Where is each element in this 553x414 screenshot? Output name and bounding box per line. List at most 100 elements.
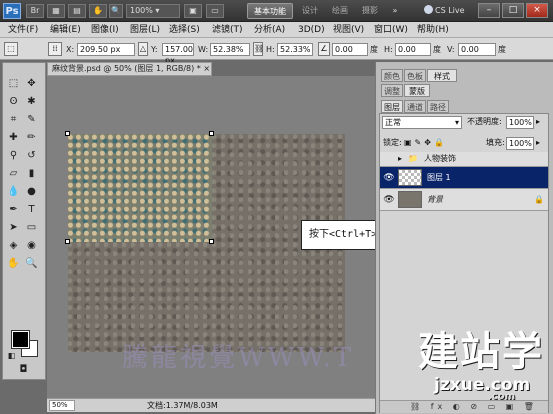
close-button[interactable]: × (526, 3, 548, 18)
layer-row-layer-1[interactable]: 👁 图层 1 (380, 167, 548, 189)
lasso-tool-icon[interactable]: ʘ (7, 95, 20, 108)
link-aspect-icon[interactable]: ⛓ (253, 42, 264, 56)
workspace-photography[interactable]: 摄影 (357, 3, 383, 19)
hand-icon[interactable]: ✋ (7, 257, 20, 270)
blur-tool-icon[interactable]: 💧 (7, 185, 20, 198)
zoom-tool-icon[interactable]: 🔍 (109, 4, 123, 18)
menu-3d[interactable]: 3D(D) (298, 22, 325, 38)
3d-camera-icon[interactable]: ◉ (25, 239, 38, 252)
tab-masks[interactable]: 蒙版 (404, 84, 430, 97)
status-zoom-field[interactable]: 50% (49, 400, 75, 411)
visibility-toggle[interactable] (382, 152, 396, 166)
menu-file[interactable]: 文件(F) (8, 22, 38, 38)
opacity-dropdown-icon[interactable]: ▸ (536, 116, 540, 128)
type-tool-icon[interactable]: T (25, 203, 38, 216)
marquee-tool-icon[interactable]: ⬚ (7, 77, 20, 90)
menu-view[interactable]: 视图(V) (333, 22, 364, 38)
zoom-level-select[interactable]: 100% ▾ (126, 4, 180, 18)
horizontal-skew-field[interactable]: 0.00 (395, 43, 431, 56)
options-bar: ⬚ ⁞⁞ X: 209.50 px △ Y: 157.00 px W: 52.3… (0, 38, 553, 65)
document-tab[interactable]: 麻纹背景.psd @ 50% (图层 1, RGB/8) * × (47, 62, 212, 76)
transform-handle-bottom-left[interactable] (65, 239, 70, 244)
transform-handle-top-right[interactable] (209, 131, 214, 136)
relative-position-icon[interactable]: △ (138, 42, 148, 56)
reference-point-icon[interactable]: ⁞⁞ (48, 42, 62, 56)
workspace-painting[interactable]: 绘画 (327, 3, 353, 19)
menu-analysis[interactable]: 分析(A) (254, 22, 285, 38)
history-brush-icon[interactable]: ↺ (25, 149, 38, 162)
opacity-field[interactable]: 100% (506, 116, 534, 129)
brand-url: jzxue.com (434, 375, 531, 395)
tab-color[interactable]: 颜色 (381, 69, 403, 82)
menu-window[interactable]: 窗口(W) (374, 22, 408, 38)
screen-mode-button[interactable]: ▭ (206, 4, 224, 18)
vertical-skew-unit-label: 度 (498, 45, 506, 54)
fill-field[interactable]: 100% (506, 137, 534, 150)
maximize-button[interactable]: □ (502, 3, 524, 18)
magic-wand-icon[interactable]: ✱ (25, 95, 38, 108)
transform-handle-bottom-right[interactable] (209, 239, 214, 244)
eye-icon[interactable]: 👁 (382, 193, 396, 207)
tab-channels[interactable]: 通道 (404, 100, 426, 113)
view-extras-button[interactable]: ▤ (68, 4, 86, 18)
move-tool-icon[interactable]: ✥ (25, 77, 38, 90)
brush-tool-icon[interactable]: ✏ (25, 131, 38, 144)
path-selection-icon[interactable]: ➤ (7, 221, 20, 234)
clone-stamp-icon[interactable]: ⚲ (7, 149, 20, 162)
tool-preset-icon[interactable]: ⬚ (4, 42, 18, 56)
quick-mask-icon[interactable]: ◘ (17, 363, 30, 376)
eyedropper-icon[interactable]: ✎ (25, 113, 38, 126)
foreground-color-swatch[interactable] (11, 330, 30, 349)
menu-filter[interactable]: 滤镜(T) (212, 22, 243, 38)
menu-edit[interactable]: 编辑(E) (50, 22, 81, 38)
layer-row-group[interactable]: ▸ 📁 人物装饰 (380, 152, 548, 167)
fill-dropdown-icon[interactable]: ▸ (536, 137, 540, 149)
horizontal-skew-label: H: (384, 45, 393, 54)
site-watermark-logo: 建站学 jzxue.com .com (418, 330, 548, 410)
width-scale-field[interactable]: 52.38% (210, 43, 250, 56)
tab-swatches[interactable]: 色板 (404, 69, 426, 82)
group-expand-icon[interactable]: ▸ (398, 153, 402, 165)
minimize-button[interactable]: – (478, 3, 500, 18)
eye-icon[interactable]: 👁 (382, 171, 396, 185)
dodge-tool-icon[interactable]: ● (25, 185, 38, 198)
layer-1-image[interactable] (68, 134, 212, 242)
workspace-more-icon[interactable]: » (388, 3, 402, 19)
zoom-icon[interactable]: 🔍 (25, 257, 38, 270)
height-scale-field[interactable]: 52.33% (277, 43, 313, 56)
crop-tool-icon[interactable]: ⌗ (7, 113, 20, 126)
workspace-design[interactable]: 设计 (297, 3, 323, 19)
minibridge-button[interactable]: ▦ (47, 4, 65, 18)
transform-handle-top-left[interactable] (65, 131, 70, 136)
3d-rotate-icon[interactable]: ◈ (7, 239, 20, 252)
blend-mode-select[interactable]: 正常 ▾ (382, 116, 462, 129)
photoshop-logo: Ps (3, 3, 21, 19)
cs-live-button[interactable]: CS Live (424, 4, 470, 18)
hand-tool-icon[interactable]: ✋ (89, 4, 107, 18)
close-tab-icon[interactable]: × (203, 64, 210, 73)
x-position-field[interactable]: 209.50 px (77, 43, 135, 56)
menu-image[interactable]: 图像(I) (91, 22, 119, 38)
lock-options-icons[interactable]: ▣✎✥🔒 (404, 137, 447, 149)
rotation-angle-field[interactable]: 0.00 (332, 43, 368, 56)
shape-tool-icon[interactable]: ▭ (25, 221, 38, 234)
vertical-skew-field[interactable]: 0.00 (458, 43, 496, 56)
tab-paths[interactable]: 路径 (427, 100, 449, 113)
workspace-essentials[interactable]: 基本功能 (247, 3, 293, 19)
default-colors-icon[interactable]: ◧ (5, 349, 18, 362)
menu-select[interactable]: 选择(S) (169, 22, 200, 38)
healing-brush-icon[interactable]: ✚ (7, 131, 20, 144)
y-position-field[interactable]: 157.00 px (162, 43, 194, 65)
tab-styles[interactable]: 样式 (427, 69, 457, 82)
cs-live-icon (424, 5, 433, 14)
bridge-button[interactable]: Br (26, 4, 44, 18)
eraser-tool-icon[interactable]: ▱ (7, 167, 20, 180)
menu-layer[interactable]: 图层(L) (130, 22, 160, 38)
tab-adjustments[interactable]: 调整 (381, 84, 403, 97)
gradient-tool-icon[interactable]: ▮ (25, 167, 38, 180)
pen-tool-icon[interactable]: ✒ (7, 203, 20, 216)
arrange-documents-button[interactable]: ▣ (184, 4, 202, 18)
tab-layers[interactable]: 图层 (381, 100, 403, 113)
menu-help[interactable]: 帮助(H) (417, 22, 449, 38)
layer-row-background[interactable]: 👁 背景 🔒 (380, 189, 548, 211)
